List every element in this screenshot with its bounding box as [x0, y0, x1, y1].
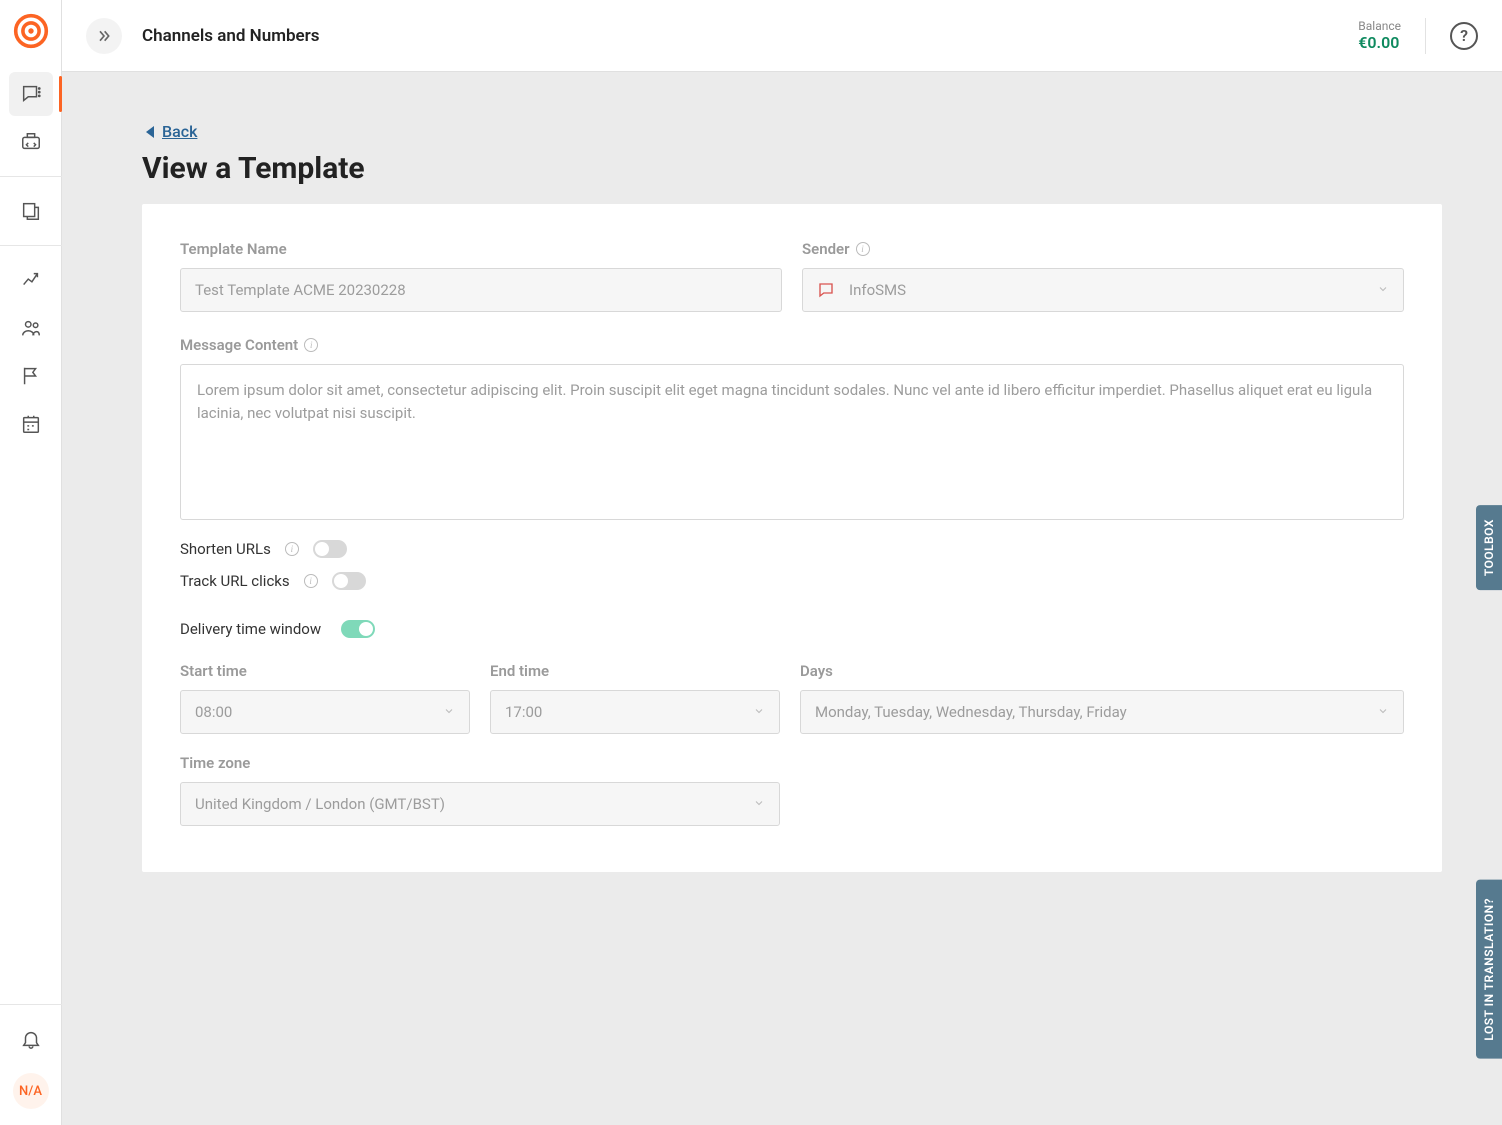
info-icon[interactable]: i — [285, 542, 299, 556]
delivery-time-window-label: Delivery time window — [180, 620, 321, 638]
sidebar: N/A — [0, 0, 62, 1125]
delivery-section: Delivery time window Start time 08:00 En… — [180, 620, 1404, 826]
shorten-urls-toggle[interactable] — [313, 540, 347, 558]
field-days: Days Monday, Tuesday, Wednesday, Thursda… — [800, 662, 1404, 734]
days-label: Days — [800, 662, 1404, 680]
template-name-label: Template Name — [180, 240, 782, 258]
lost-in-translation-tab[interactable]: LOST IN TRANSLATION? — [1476, 880, 1502, 1059]
nav-channels[interactable] — [9, 72, 53, 116]
info-icon[interactable]: i — [304, 338, 318, 352]
field-message-content: Message Content i Lorem ipsum dolor sit … — [180, 336, 1404, 520]
end-time-label: End time — [490, 662, 780, 680]
delivery-time-window-row: Delivery time window — [180, 620, 1404, 638]
time-zone-select[interactable]: United Kingdom / London (GMT/BST) — [180, 782, 780, 826]
start-time-select[interactable]: 08:00 — [180, 690, 470, 734]
avatar[interactable]: N/A — [13, 1073, 49, 1109]
topbar-right: Balance €0.00 ? — [1358, 18, 1478, 54]
back-arrow-icon — [146, 126, 154, 138]
end-time-select[interactable]: 17:00 — [490, 690, 780, 734]
nav-divider-2 — [0, 245, 62, 246]
chevron-down-icon — [1377, 703, 1389, 721]
track-url-clicks-label: Track URL clicks — [180, 572, 290, 590]
nav-divider-bottom — [0, 1004, 62, 1005]
field-start-time: Start time 08:00 — [180, 662, 470, 734]
end-time-value: 17:00 — [505, 703, 542, 721]
nav-code[interactable] — [9, 120, 53, 164]
nav-group-1 — [0, 70, 61, 166]
shorten-urls-row: Shorten URLs i — [180, 540, 1404, 558]
balance: Balance €0.00 — [1358, 19, 1401, 52]
nav-notifications[interactable] — [9, 1017, 53, 1061]
info-icon[interactable]: i — [856, 242, 870, 256]
nav-calendar[interactable] — [9, 402, 53, 446]
chevron-down-icon — [753, 703, 765, 721]
start-time-value: 08:00 — [195, 703, 232, 721]
back-link[interactable]: Back — [146, 122, 197, 141]
page-title: View a Template — [142, 151, 1442, 186]
field-sender: Sender i InfoSMS — [802, 240, 1404, 312]
days-value: Monday, Tuesday, Wednesday, Thursday, Fr… — [815, 703, 1127, 721]
template-name-input[interactable]: Test Template ACME 20230228 — [180, 268, 782, 312]
chevron-down-icon — [753, 795, 765, 813]
balance-label: Balance — [1358, 19, 1401, 33]
delivery-time-window-toggle[interactable] — [341, 620, 375, 638]
expand-sidebar-button[interactable] — [86, 18, 122, 54]
start-time-label: Start time — [180, 662, 470, 680]
chat-icon — [817, 281, 835, 299]
message-content-label: Message Content i — [180, 336, 1404, 354]
message-content-textarea[interactable]: Lorem ipsum dolor sit amet, consectetur … — [180, 364, 1404, 520]
back-link-label: Back — [162, 122, 197, 141]
topbar: Channels and Numbers Balance €0.00 ? — [62, 0, 1502, 72]
main-content: Back View a Template Template Name Test … — [62, 72, 1502, 1125]
chevron-down-icon — [443, 703, 455, 721]
nav-divider-1 — [0, 176, 62, 177]
nav-group-3 — [0, 256, 61, 448]
shorten-urls-label: Shorten URLs — [180, 540, 271, 558]
field-time-zone: Time zone United Kingdom / London (GMT/B… — [180, 754, 780, 826]
sender-select[interactable]: InfoSMS — [802, 268, 1404, 312]
topbar-title: Channels and Numbers — [142, 26, 320, 46]
help-button[interactable]: ? — [1450, 22, 1478, 50]
chevron-down-icon — [1377, 281, 1389, 299]
field-template-name: Template Name Test Template ACME 2023022… — [180, 240, 782, 312]
nav-copy[interactable] — [9, 189, 53, 233]
sidebar-bottom: N/A — [0, 994, 61, 1125]
nav-people[interactable] — [9, 306, 53, 350]
track-url-clicks-toggle[interactable] — [332, 572, 366, 590]
field-end-time: End time 17:00 — [490, 662, 780, 734]
time-zone-label: Time zone — [180, 754, 780, 772]
sender-value: InfoSMS — [849, 281, 906, 299]
track-url-clicks-row: Track URL clicks i — [180, 572, 1404, 590]
topbar-divider — [1425, 18, 1426, 54]
days-select[interactable]: Monday, Tuesday, Wednesday, Thursday, Fr… — [800, 690, 1404, 734]
app-logo[interactable] — [12, 12, 50, 50]
nav-analytics[interactable] — [9, 258, 53, 302]
nav-flag[interactable] — [9, 354, 53, 398]
sender-label: Sender i — [802, 240, 1404, 258]
balance-value: €0.00 — [1358, 33, 1401, 52]
info-icon[interactable]: i — [304, 574, 318, 588]
toolbox-tab[interactable]: TOOLBOX — [1476, 505, 1502, 590]
template-card: Template Name Test Template ACME 2023022… — [142, 204, 1442, 872]
time-zone-value: United Kingdom / London (GMT/BST) — [195, 795, 445, 813]
nav-group-2 — [0, 187, 61, 235]
